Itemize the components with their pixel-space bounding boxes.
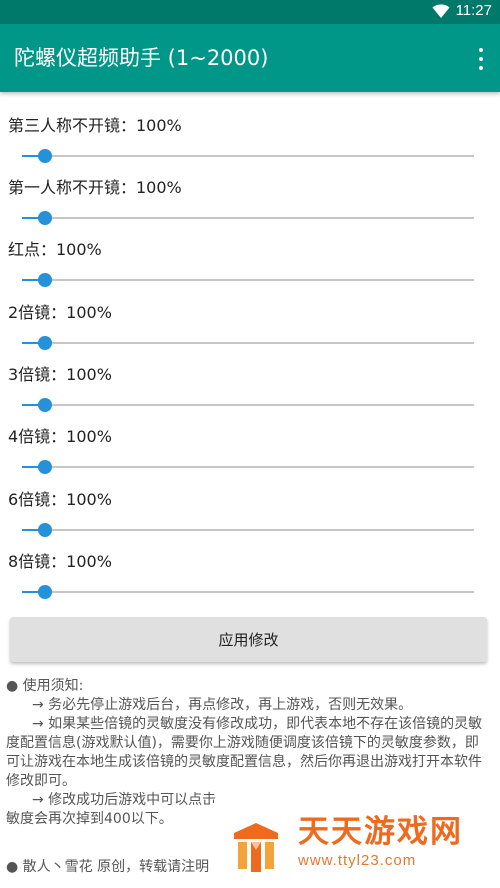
ttyl-logo-icon [234, 823, 278, 872]
setting-label: 8倍镜：100% [8, 552, 112, 571]
setting-row-4x-scope: 4倍镜：100% [0, 427, 500, 487]
author-credit: ● 散人丶雪花 原创，转载请注明 [6, 859, 210, 875]
setting-row-third-person: 第三人称不开镜：100% [0, 116, 500, 176]
more-vert-icon[interactable] [476, 48, 486, 70]
sensitivity-slider[interactable] [22, 585, 474, 599]
setting-row-8x-scope: 8倍镜：100% [0, 552, 500, 612]
note-line: → 务必先停止游戏后台，再点修改，再上游戏，否则无效果。 [32, 697, 413, 713]
slider-track [22, 591, 474, 593]
setting-row-3x-scope: 3倍镜：100% [0, 365, 500, 425]
watermark-url: www.ttyl23.com [298, 852, 417, 869]
watermark: 天天游戏网 www.ttyl23.com [210, 803, 500, 888]
sensitivity-slider[interactable] [22, 211, 474, 225]
slider-thumb[interactable] [38, 211, 52, 225]
slider-thumb[interactable] [38, 460, 52, 474]
slider-thumb[interactable] [38, 523, 52, 537]
setting-label: 6倍镜：100% [8, 490, 112, 509]
sensitivity-slider[interactable] [22, 336, 474, 350]
sensitivity-slider[interactable] [22, 398, 474, 412]
setting-label: 红点：100% [8, 240, 102, 259]
slider-track [22, 155, 474, 157]
sensitivity-slider[interactable] [22, 273, 474, 287]
slider-track [22, 217, 474, 219]
slider-track [22, 342, 474, 344]
slider-track [22, 529, 474, 531]
status-time: 11:27 [455, 2, 492, 19]
wifi-icon [432, 3, 450, 18]
slider-track [22, 404, 474, 406]
app-bar: 陀螺仪超频助手 (1~2000) [0, 24, 500, 92]
setting-row-6x-scope: 6倍镜：100% [0, 490, 500, 550]
status-icons: 11:27 [432, 2, 492, 19]
setting-label: 2倍镜：100% [8, 303, 112, 322]
setting-label: 3倍镜：100% [8, 365, 112, 384]
setting-row-red-dot: 红点：100% [0, 240, 500, 300]
setting-row-first-person: 第一人称不开镜：100% [0, 178, 500, 238]
slider-track [22, 279, 474, 281]
notes-heading: ● 使用须知: [6, 678, 84, 694]
sensitivity-slider[interactable] [22, 460, 474, 474]
slider-thumb[interactable] [38, 149, 52, 163]
slider-thumb[interactable] [38, 398, 52, 412]
setting-row-2x-scope: 2倍镜：100% [0, 303, 500, 363]
slider-thumb[interactable] [38, 585, 52, 599]
setting-label: 第一人称不开镜：100% [8, 178, 182, 197]
sensitivity-slider[interactable] [22, 149, 474, 163]
sensitivity-slider[interactable] [22, 523, 474, 537]
slider-thumb[interactable] [38, 273, 52, 287]
watermark-brand: 天天游戏网 [298, 814, 463, 850]
slider-track [22, 466, 474, 468]
app-title: 陀螺仪超频助手 (1~2000) [14, 46, 269, 70]
slider-thumb[interactable] [38, 336, 52, 350]
status-bar: 11:27 [0, 0, 500, 24]
setting-label: 第三人称不开镜：100% [8, 116, 182, 135]
note-line: → 如果某些倍镜的灵敏度没有修改成功，即代表本地不存在该倍镜的灵敏度配置信息(游… [6, 716, 483, 789]
apply-changes-button[interactable]: 应用修改 [10, 617, 487, 662]
setting-label: 4倍镜：100% [8, 427, 112, 446]
